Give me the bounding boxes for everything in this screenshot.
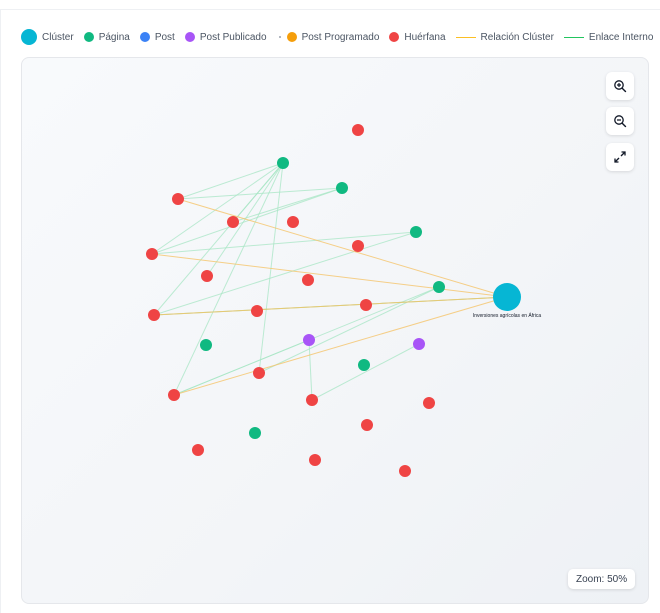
- internal-link-edge: [173, 339, 310, 396]
- legend-swatch: [563, 36, 584, 38]
- huerfana-node[interactable]: [309, 454, 321, 466]
- pagina-node[interactable]: [277, 157, 289, 169]
- huerfana-node[interactable]: [399, 465, 411, 477]
- huerfana-node[interactable]: [201, 270, 213, 282]
- pagina-node[interactable]: [433, 281, 445, 293]
- graph-legend: Clúster Página Post Post Publicado Post Prog…: [21, 28, 660, 46]
- legend-item: Página: [83, 31, 130, 43]
- fullscreen-button[interactable]: [606, 143, 634, 171]
- huerfana-node[interactable]: [192, 444, 204, 456]
- legend-label: Post: [154, 31, 175, 43]
- pagina-node[interactable]: [358, 359, 370, 371]
- legend-swatch: [139, 32, 150, 42]
- legend-item: Clúster: [21, 29, 74, 45]
- pagina-node[interactable]: [410, 226, 422, 238]
- publicado-node[interactable]: [413, 338, 425, 350]
- internal-link-edge: [311, 343, 420, 401]
- expand-icon: [614, 151, 626, 163]
- graph-canvas[interactable]: Inversiones agrícolas en África Zoom: 50…: [21, 57, 649, 604]
- huerfana-node[interactable]: [251, 305, 263, 317]
- legend-swatch: [455, 36, 476, 38]
- huerfana-node[interactable]: [168, 389, 180, 401]
- legend-label: Huérfana: [404, 31, 446, 43]
- legend-label: Enlace Interno: [588, 31, 654, 43]
- huerfana-node[interactable]: [227, 216, 239, 228]
- legend-item: Post Publicado: [184, 31, 267, 43]
- zoom-out-button[interactable]: [606, 107, 634, 135]
- link-graph[interactable]: Inversiones agrícolas en África: [22, 58, 648, 603]
- internal-link-edge: [308, 339, 313, 401]
- legend-label: Clúster: [42, 31, 74, 43]
- huerfana-node[interactable]: [352, 240, 364, 252]
- legend-label: Post Programado: [301, 31, 380, 43]
- huerfana-node[interactable]: [423, 397, 435, 409]
- huerfana-node[interactable]: [148, 309, 160, 321]
- zoom-in-icon: [614, 80, 627, 93]
- cluster-node-label: Inversiones agrícolas en África: [473, 312, 542, 319]
- huerfana-node[interactable]: [253, 367, 265, 379]
- huerfana-node[interactable]: [352, 124, 364, 136]
- legend-swatch: [83, 32, 94, 42]
- zoom-out-icon: [614, 115, 627, 128]
- publicado-node[interactable]: [303, 334, 315, 346]
- legend-label: Relación Clúster: [480, 31, 554, 43]
- legend-separator-dot: [278, 36, 281, 38]
- zoom-in-button[interactable]: [606, 72, 634, 100]
- pagina-node[interactable]: [200, 339, 212, 351]
- internal-link-edge: [232, 187, 343, 223]
- internal-link-edge: [153, 231, 417, 316]
- legend-swatch: [21, 29, 37, 45]
- legend-label: Post Publicado: [199, 31, 267, 43]
- legend-swatch: [389, 32, 400, 42]
- legend-item: Huérfana: [389, 31, 446, 43]
- huerfana-node[interactable]: [302, 274, 314, 286]
- huerfana-node[interactable]: [287, 216, 299, 228]
- huerfana-node[interactable]: [146, 248, 158, 260]
- huerfana-node[interactable]: [172, 193, 184, 205]
- huerfana-node[interactable]: [306, 394, 318, 406]
- legend-swatch: [286, 32, 297, 42]
- header-divider: [0, 9, 660, 10]
- left-divider: [0, 9, 1, 613]
- legend-swatch: [184, 32, 195, 42]
- legend-item: Post: [139, 31, 175, 43]
- internal-link-edge: [151, 231, 417, 255]
- legend-item: Post Programado: [277, 31, 380, 43]
- legend-item: Relación Clúster: [455, 31, 554, 43]
- legend-label: Página: [98, 31, 130, 43]
- huerfana-node[interactable]: [361, 419, 373, 431]
- huerfana-node[interactable]: [360, 299, 372, 311]
- zoom-level-badge: Zoom: 50%: [568, 569, 636, 589]
- cluster-node[interactable]: [493, 283, 521, 311]
- pagina-node[interactable]: [336, 182, 348, 194]
- pagina-node[interactable]: [249, 427, 261, 439]
- internal-link-edge: [258, 286, 440, 374]
- legend-item: Enlace Interno: [563, 31, 654, 43]
